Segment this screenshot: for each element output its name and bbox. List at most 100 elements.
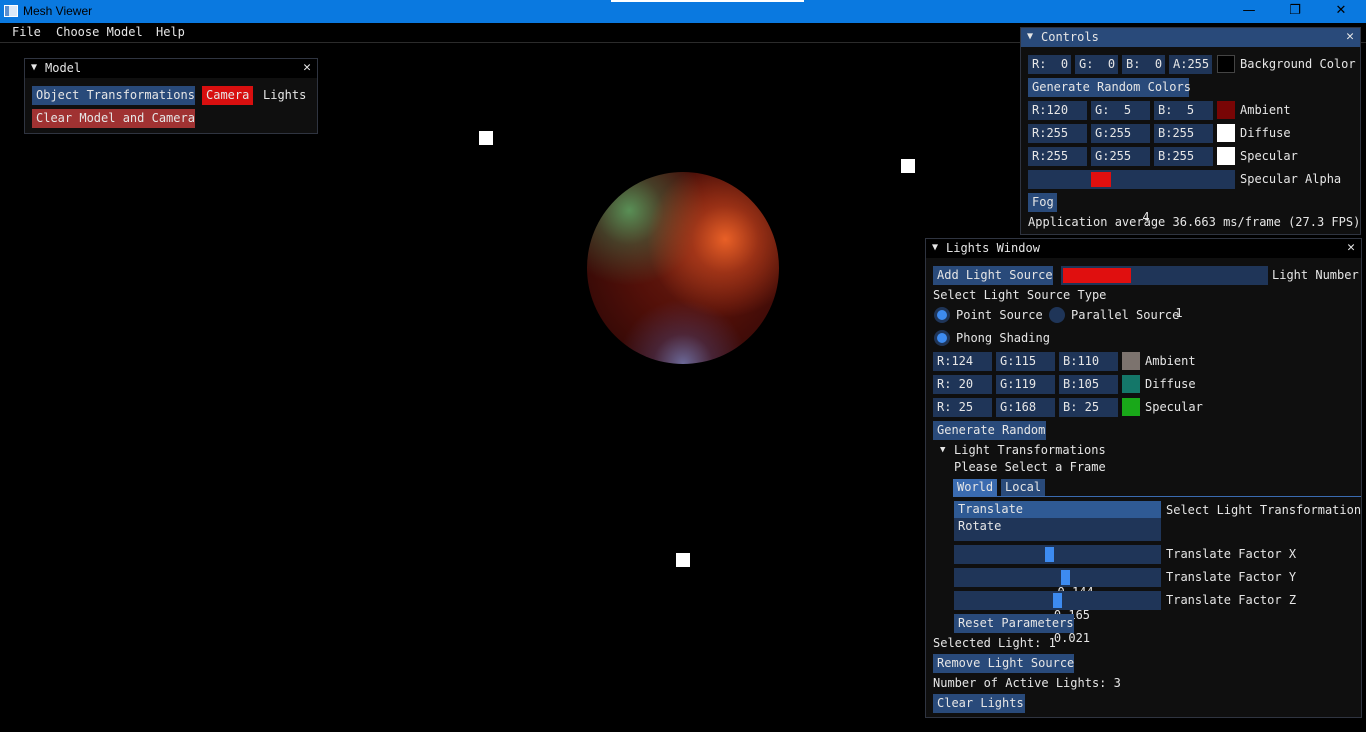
- list-item-translate[interactable]: Translate: [954, 501, 1161, 518]
- maximize-button[interactable]: ❐: [1272, 0, 1318, 23]
- collapse-icon[interactable]: ▼: [1027, 31, 1033, 42]
- slider-grab[interactable]: [1063, 268, 1131, 283]
- parallel-source-radio[interactable]: [1049, 307, 1065, 323]
- light-ambient-swatch[interactable]: [1122, 352, 1140, 370]
- bg-b-field[interactable]: B: 0: [1122, 55, 1165, 74]
- light-specular-g-field[interactable]: G:168: [996, 398, 1055, 417]
- slider-grab[interactable]: [1053, 593, 1062, 608]
- lights-window-header[interactable]: ▼ Lights Window ✕: [926, 239, 1361, 258]
- diffuse-r-field[interactable]: R:255: [1028, 124, 1087, 143]
- tab-world[interactable]: World: [953, 479, 998, 496]
- light-number-label: Light Number: [1272, 268, 1359, 282]
- menu-help[interactable]: Help: [156, 25, 185, 39]
- translate-x-slider[interactable]: -0.144: [954, 545, 1161, 599]
- reset-parameters-button[interactable]: Reset Parameters: [954, 614, 1074, 633]
- window-title: Mesh Viewer: [23, 4, 93, 18]
- light-ambient-b-field[interactable]: B:110: [1059, 352, 1118, 371]
- lights-tab[interactable]: Lights: [263, 86, 306, 105]
- mesh-sphere[interactable]: [587, 172, 779, 364]
- slider-grab[interactable]: [1091, 172, 1111, 187]
- phong-shading-radio[interactable]: [934, 330, 950, 346]
- menu-file[interactable]: File: [12, 25, 41, 39]
- ambient-r-field[interactable]: R:120: [1028, 101, 1087, 120]
- model-window-header[interactable]: ▼ Model ✕: [25, 59, 317, 78]
- light-specular-label: Specular: [1145, 400, 1203, 414]
- light-diffuse-r-field[interactable]: R: 20: [933, 375, 992, 394]
- close-icon[interactable]: ✕: [303, 60, 311, 75]
- list-item-rotate[interactable]: Rotate: [958, 518, 1001, 535]
- title-bar: Mesh Viewer — ❐ ✕: [0, 0, 1366, 23]
- specular-b-field[interactable]: B:255: [1154, 147, 1213, 166]
- select-transformation-label: Select Light Transformation: [1166, 503, 1362, 517]
- model-window: ▼ Model ✕ Object Transformations Camera …: [24, 58, 318, 134]
- specular-color-swatch[interactable]: [1217, 147, 1235, 165]
- clear-lights-button[interactable]: Clear Lights: [933, 694, 1025, 713]
- lights-window: ▼ Lights Window ✕ Add Light Source 1 Lig…: [925, 238, 1362, 718]
- light-specular-b-field[interactable]: B: 25: [1059, 398, 1118, 417]
- specular-r-field[interactable]: R:255: [1028, 147, 1087, 166]
- close-icon[interactable]: ✕: [1347, 240, 1355, 255]
- bg-r-field[interactable]: R: 0: [1028, 55, 1071, 74]
- translate-z-label: Translate Factor Z: [1166, 593, 1297, 607]
- select-type-label: Select Light Source Type: [933, 288, 1107, 302]
- diffuse-g-field[interactable]: G:255: [1091, 124, 1150, 143]
- point-source-radio[interactable]: [934, 307, 950, 323]
- active-lights-text: Number of Active Lights: 3: [933, 676, 1121, 690]
- slider-grab[interactable]: [1061, 570, 1070, 585]
- ambient-color-swatch[interactable]: [1217, 101, 1235, 119]
- ambient-b-field[interactable]: B: 5: [1154, 101, 1213, 120]
- collapse-icon[interactable]: ▼: [932, 242, 938, 253]
- tab-underline: [953, 496, 1361, 497]
- controls-window-title: Controls: [1041, 30, 1099, 44]
- point-source-label[interactable]: Point Source: [956, 306, 1043, 325]
- menu-choose-model[interactable]: Choose Model: [56, 25, 143, 39]
- focus-indicator: [611, 0, 804, 2]
- selected-light-text: Selected Light: 1: [933, 636, 1056, 650]
- app-icon: [4, 5, 18, 17]
- close-icon[interactable]: ✕: [1346, 29, 1354, 44]
- translate-z-slider[interactable]: 0.021: [954, 591, 1161, 645]
- specular-alpha-slider[interactable]: 4: [1028, 170, 1235, 224]
- parallel-source-label[interactable]: Parallel Source: [1071, 306, 1179, 325]
- light-diffuse-b-field[interactable]: B:105: [1059, 375, 1118, 394]
- translate-y-slider[interactable]: 0.165: [954, 568, 1161, 622]
- model-window-title: Model: [45, 61, 82, 75]
- collapse-icon[interactable]: ▼: [31, 62, 37, 73]
- clear-model-camera-button[interactable]: Clear Model and Camera: [32, 109, 195, 128]
- light-number-slider[interactable]: 1: [1061, 266, 1268, 320]
- close-button[interactable]: ✕: [1318, 0, 1364, 23]
- tab-local[interactable]: Local: [1001, 479, 1046, 496]
- diffuse-label: Diffuse: [1240, 126, 1291, 140]
- camera-button[interactable]: Camera: [202, 86, 253, 105]
- add-light-source-button[interactable]: Add Light Source: [933, 266, 1053, 285]
- specular-alpha-label: Specular Alpha: [1240, 172, 1342, 186]
- controls-window: ▼ Controls ✕ R: 0 G: 0 B: 0 A:255 Backgr…: [1020, 27, 1361, 235]
- background-color-swatch[interactable]: [1217, 55, 1235, 73]
- specular-g-field[interactable]: G:255: [1091, 147, 1150, 166]
- ambient-g-field[interactable]: G: 5: [1091, 101, 1150, 120]
- phong-shading-label[interactable]: Phong Shading: [956, 329, 1050, 348]
- lights-window-title: Lights Window: [946, 241, 1040, 255]
- light-ambient-g-field[interactable]: G:115: [996, 352, 1055, 371]
- generate-random-button[interactable]: Generate Random: [933, 421, 1046, 440]
- light-specular-swatch[interactable]: [1122, 398, 1140, 416]
- generate-random-colors-button[interactable]: Generate Random Colors: [1028, 78, 1191, 97]
- light-ambient-r-field[interactable]: R:124: [933, 352, 992, 371]
- diffuse-color-swatch[interactable]: [1217, 124, 1235, 142]
- bg-a-field[interactable]: A:255: [1169, 55, 1212, 74]
- minimize-button[interactable]: —: [1226, 0, 1272, 23]
- light-marker: [676, 553, 690, 567]
- diffuse-b-field[interactable]: B:255: [1154, 124, 1213, 143]
- fog-button[interactable]: Fog: [1028, 193, 1057, 212]
- controls-window-header[interactable]: ▼ Controls ✕: [1021, 28, 1360, 47]
- light-specular-r-field[interactable]: R: 25: [933, 398, 992, 417]
- light-diffuse-g-field[interactable]: G:119: [996, 375, 1055, 394]
- slider-grab[interactable]: [1045, 547, 1054, 562]
- tree-expand-icon[interactable]: ▼: [940, 441, 945, 460]
- transformation-listbox[interactable]: Translate Rotate: [954, 501, 1161, 541]
- remove-light-source-button[interactable]: Remove Light Source: [933, 654, 1074, 673]
- object-transformations-button[interactable]: Object Transformations: [32, 86, 195, 105]
- light-diffuse-swatch[interactable]: [1122, 375, 1140, 393]
- bg-g-field[interactable]: G: 0: [1075, 55, 1118, 74]
- light-diffuse-label: Diffuse: [1145, 377, 1196, 391]
